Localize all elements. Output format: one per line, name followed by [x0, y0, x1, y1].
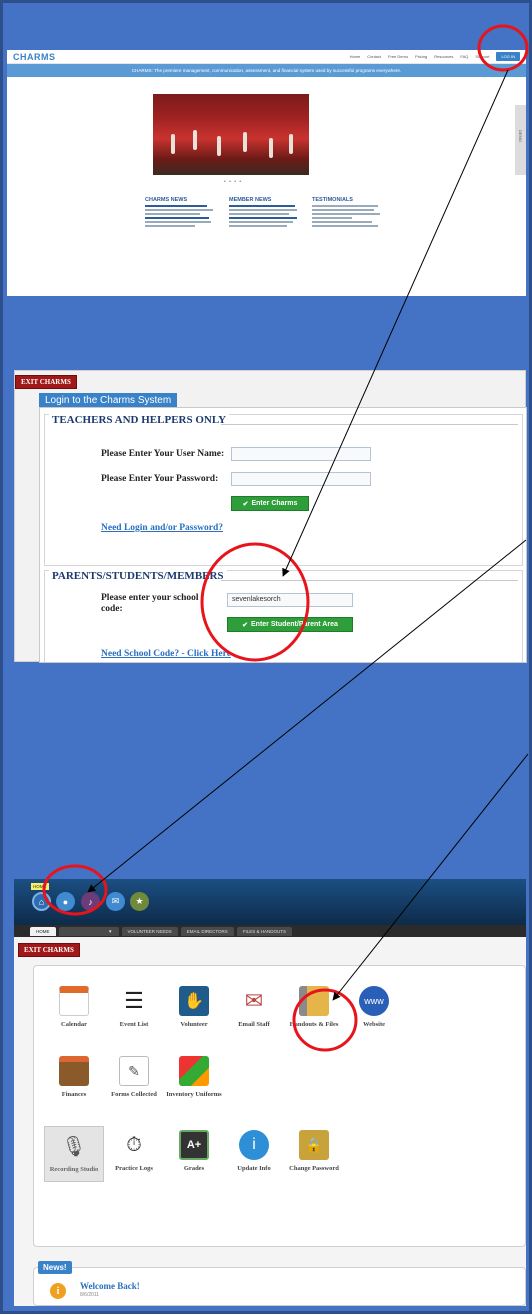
charms-news-column: CHARMS NEWS — [145, 197, 215, 229]
parent-area-screenshot: HOME ⌂ ● ♪ ✉ ★ HOME ▼ VOLUNTEER NEEDS EM… — [14, 879, 526, 1306]
nav-pricing[interactable]: Pricing — [415, 54, 427, 59]
testimonials-column: TESTIMONIALS — [312, 197, 382, 229]
tile-finances[interactable]: Finances — [44, 1056, 104, 1098]
login-screenshot: EXIT CHARMS Login to the Charms System T… — [14, 370, 527, 663]
chevron-down-icon: ▼ — [108, 928, 113, 934]
nav-resources[interactable]: Resources — [434, 54, 453, 59]
news-tab: News! — [38, 1261, 72, 1274]
charms-news-title[interactable]: CHARMS NEWS — [145, 197, 215, 203]
tile-email-staff[interactable]: ✉ Email Staff — [224, 986, 284, 1028]
enter-student-parent-button[interactable]: ✔ Enter Student/Parent Area — [227, 617, 353, 632]
tab-dropdown[interactable]: ▼ — [58, 926, 119, 936]
app-tab-bar: HOME ▼ VOLUNTEER NEEDS EMAIL DIRECTORS F… — [14, 925, 526, 937]
tile-handouts-files[interactable]: Handouts & Files — [284, 986, 344, 1028]
homepage-nav: Home Contact Free Demo Pricing Resources… — [350, 52, 520, 61]
globe-icon: www — [359, 986, 389, 1016]
microphone-icon: 🎙 — [61, 1135, 87, 1158]
home-tooltip: HOME — [31, 883, 49, 890]
app-header: HOME ⌂ ● ♪ ✉ ★ — [14, 879, 526, 925]
user-info-icon: i — [239, 1130, 269, 1160]
carousel-dots[interactable]: • • • • — [224, 179, 242, 185]
nav-home[interactable]: Home — [350, 54, 361, 59]
login-button[interactable]: LOG IN — [496, 52, 520, 61]
marching-band-photo — [153, 94, 309, 175]
padlock-icon: 🔒 — [299, 1130, 329, 1160]
homepage-header: CHARMS Home Contact Free Demo Pricing Re… — [7, 50, 526, 64]
tab-home[interactable]: HOME — [30, 926, 56, 936]
wallet-icon — [59, 1056, 89, 1086]
star-icon[interactable]: ★ — [130, 892, 149, 911]
testimonials-title[interactable]: TESTIMONIALS — [312, 197, 382, 203]
stopwatch-icon: ⏱ — [126, 1133, 142, 1156]
news-date: 8/6/2011 — [80, 1292, 100, 1298]
email-icon: ✉ — [244, 988, 264, 1013]
tile-update-info[interactable]: i Update Info — [224, 1130, 284, 1172]
tab-files-handouts[interactable]: FILES & HANDOUTS — [236, 926, 293, 936]
nav-free-demo[interactable]: Free Demo — [388, 54, 408, 59]
login-box: TEACHERS AND HELPERS ONLY Please Enter Y… — [39, 407, 527, 663]
password-field[interactable] — [231, 472, 371, 486]
mail-icon[interactable]: ✉ — [106, 892, 125, 911]
school-code-label-line1: Please enter your school — [101, 593, 199, 603]
password-label: Please Enter Your Password: — [101, 474, 219, 484]
member-news-title[interactable]: MEMBER NEWS — [229, 197, 299, 203]
tile-forms-collected[interactable]: ✎ Forms Collected — [104, 1056, 164, 1098]
tile-calendar[interactable]: Calendar — [44, 986, 104, 1028]
demo-side-tab[interactable]: DEMO — [515, 105, 526, 175]
check-icon: ✔ — [242, 500, 249, 508]
school-code-label-line2: code: — [101, 604, 123, 614]
homepage-banner: CHARMS: The premiere management, communi… — [7, 64, 526, 77]
login-tab: Login to the Charms System — [39, 393, 178, 408]
nav-contact[interactable]: Contact — [367, 54, 381, 59]
blocks-icon — [179, 1056, 209, 1086]
nav-support[interactable]: Support — [475, 54, 489, 59]
tile-recording-studio[interactable]: 🎙 Recording Studio — [44, 1126, 104, 1182]
exit-charms-button[interactable]: EXIT CHARMS — [15, 375, 77, 389]
news-title[interactable]: Welcome Back! — [80, 1281, 140, 1291]
tile-grades[interactable]: A+ Grades — [164, 1130, 224, 1172]
tab-email-directors[interactable]: EMAIL DIRECTORS — [180, 926, 234, 936]
username-field[interactable] — [231, 447, 371, 461]
folder-icon — [299, 986, 329, 1016]
nav-faq[interactable]: FAQ — [460, 54, 468, 59]
teachers-section-title: TEACHERS AND HELPERS ONLY — [49, 414, 230, 426]
tile-practice-logs[interactable]: ⏱ Practice Logs — [104, 1130, 164, 1173]
tile-volunteer[interactable]: ✋ Volunteer — [164, 986, 224, 1028]
member-news-column: MEMBER NEWS — [229, 197, 299, 229]
tab-volunteer-needs[interactable]: VOLUNTEER NEEDS — [121, 926, 178, 936]
tile-inventory-uniforms[interactable]: Inventory Uniforms — [164, 1056, 224, 1098]
info-icon: i — [50, 1283, 66, 1299]
need-login-link[interactable]: Need Login and/or Password? — [101, 523, 223, 533]
tile-website[interactable]: www Website — [344, 986, 404, 1028]
music-icon[interactable]: ♪ — [81, 892, 100, 911]
charms-logo[interactable]: CHARMS — [13, 52, 56, 62]
check-icon: ✔ — [242, 621, 248, 629]
tile-change-password[interactable]: 🔒 Change Password — [284, 1130, 344, 1172]
teachers-section: TEACHERS AND HELPERS ONLY Please Enter Y… — [44, 414, 523, 566]
school-code-field[interactable]: sevenlakesorch — [227, 593, 353, 607]
volunteer-icon: ✋ — [179, 986, 209, 1016]
list-icon: ☰ — [124, 988, 144, 1013]
forms-icon: ✎ — [119, 1056, 149, 1086]
parents-section: PARENTS/STUDENTS/MEMBERS Please enter yo… — [44, 570, 523, 662]
need-school-code-link[interactable]: Need School Code? - Click Here — [101, 649, 231, 659]
app-tile-panel: Calendar ☰ Event List ✋ Volunteer ✉ Emai… — [33, 965, 526, 1247]
enter-charms-button[interactable]: ✔ Enter Charms — [231, 496, 309, 511]
exit-charms-button[interactable]: EXIT CHARMS — [18, 943, 80, 957]
calendar-icon — [59, 986, 89, 1016]
grade-icon: A+ — [179, 1130, 209, 1160]
home-icon[interactable]: ⌂ — [32, 892, 51, 911]
tile-event-list[interactable]: ☰ Event List — [104, 986, 164, 1028]
charms-homepage-screenshot: CHARMS Home Contact Free Demo Pricing Re… — [7, 50, 526, 296]
parents-section-title: PARENTS/STUDENTS/MEMBERS — [49, 570, 227, 582]
user-icon[interactable]: ● — [56, 892, 75, 911]
username-label: Please Enter Your User Name: — [101, 449, 225, 459]
